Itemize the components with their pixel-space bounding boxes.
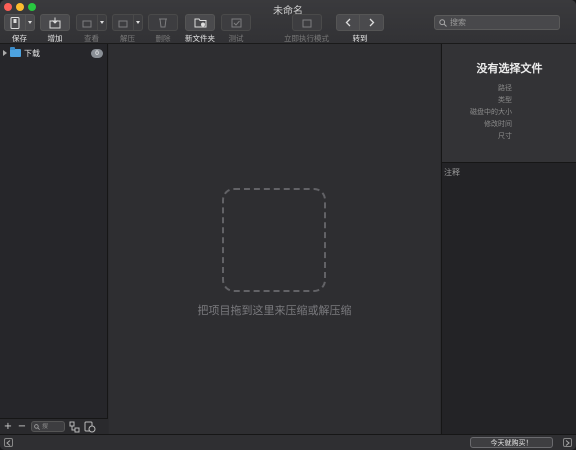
info-fields: 路径 类型 磁盘中的大小 修改时间 尺寸 [442,82,512,142]
dropzone-frame [222,188,326,292]
goto-label: 转到 [352,34,368,43]
test-label: 测试 [228,34,244,43]
sidebar: 下载 0 + − [0,44,108,434]
box-add-icon [49,17,61,28]
chevron-right-icon [369,18,374,27]
view-button[interactable]: 查看 [76,14,107,44]
extract-label: 解压 [120,34,135,43]
status-bar: 今天就购买！ [0,434,576,450]
search-icon [439,18,447,27]
sidebar-filter[interactable] [31,421,65,432]
sidebar-filter-input[interactable] [42,423,64,430]
notes-panel[interactable]: 注释 [441,163,576,434]
info-panel: 没有选择文件 路径 类型 磁盘中的大小 修改时间 尺寸 [441,44,576,163]
delete-button[interactable]: 删除 [148,14,178,44]
plus-icon[interactable]: + [3,421,13,432]
run-now-label: 立即执行模式 [284,34,329,43]
disclosure-triangle-icon[interactable] [3,50,7,56]
chevron-down-icon [28,21,32,24]
folder-add-icon [194,18,206,27]
back-button[interactable] [336,14,360,31]
count-badge: 0 [91,48,103,58]
test-button[interactable]: 测试 [221,14,251,44]
info-field-modified: 修改时间 [484,120,512,128]
search-field[interactable] [434,15,560,30]
info-field-path: 路径 [498,84,512,92]
folder-icon [10,47,21,57]
toggle-sidebar-icon[interactable] [4,438,13,447]
archive-window: 未命名 保存 增加 查看 解压 删除 新文件夹 测试 立即执行模式 转到 搜索 … [0,0,576,450]
forward-button[interactable] [360,14,384,31]
new-folder-button[interactable]: 新文件夹 [185,14,215,44]
box-extract-icon [118,20,128,27]
delete-label: 删除 [155,34,171,43]
search-input[interactable] [450,18,550,27]
add-label: 增加 [47,34,63,43]
info-field-disk-size: 磁盘中的大小 [470,108,512,116]
new-folder-label: 新文件夹 [185,34,215,43]
settings-icon[interactable] [69,421,80,433]
view-label: 查看 [84,34,99,43]
goto-control[interactable]: 转到 [336,14,384,44]
sidebar-item-downloads[interactable]: 下载 0 [3,47,103,59]
info-title: 没有选择文件 [476,62,543,75]
chevron-down-icon [100,21,104,24]
search-icon [34,423,40,430]
eye-icon[interactable] [84,421,96,433]
run-now-button[interactable]: 立即执行模式 [284,14,329,44]
extract-button[interactable]: 解压 [112,14,143,44]
title-bar: 未命名 保存 增加 查看 解压 删除 新文件夹 测试 立即执行模式 转到 搜索 [0,0,576,44]
chevron-down-icon [136,21,140,24]
drop-hint: 把项目拖到这里来压缩或解压缩 [197,304,352,317]
eye-icon [82,20,92,27]
check-icon [231,18,241,27]
add-button[interactable]: 增加 [40,14,70,44]
sidebar-footer: + − [0,418,108,434]
info-field-type: 类型 [498,96,512,104]
buy-button[interactable]: 今天就购买！ [470,437,553,448]
notes-label: 注释 [444,168,460,177]
lightning-icon [302,19,311,27]
save-button[interactable]: 保存 [4,14,35,44]
toggle-inspector-icon[interactable] [563,438,572,447]
archive-icon [10,16,20,29]
chevron-left-icon [345,18,351,27]
trash-icon [159,18,167,28]
info-field-dimensions: 尺寸 [498,132,512,140]
drop-area[interactable]: 把项目拖到这里来压缩或解压缩 [109,44,440,434]
sidebar-item-label: 下载 [24,48,40,58]
save-label: 保存 [12,34,27,43]
minus-icon[interactable]: − [17,421,27,432]
